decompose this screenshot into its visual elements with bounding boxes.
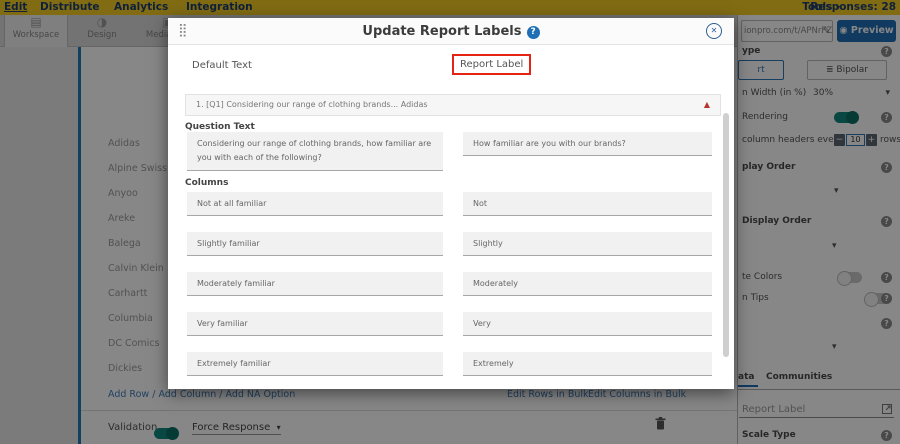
modal-title: Update Report Labels: [362, 24, 521, 39]
report-label-column-header: Report Label: [452, 54, 531, 75]
collapse-icon[interactable]: ▲: [704, 95, 710, 115]
question-accordion-title: 1. [Q1] Considering our range of clothin…: [196, 100, 428, 109]
columns-label: Columns: [185, 178, 228, 188]
column-default-text-input[interactable]: Extremely familiar: [187, 352, 443, 376]
question-default-text-input[interactable]: Considering our range of clothing brands…: [187, 132, 443, 171]
question-report-label-input[interactable]: How familiar are you with our brands?: [463, 132, 712, 156]
column-report-label-input[interactable]: Very: [463, 312, 712, 336]
question-accordion-header[interactable]: 1. [Q1] Considering our range of clothin…: [185, 94, 721, 116]
modal-header: ⣿ Update Report Labels ? ✕: [168, 18, 734, 45]
column-report-label-input[interactable]: Not: [463, 192, 712, 216]
close-button[interactable]: ✕: [706, 23, 722, 39]
question-text-label: Question Text: [185, 122, 255, 132]
column-default-text-input[interactable]: Very familiar: [187, 312, 443, 336]
default-text-column-header: Default Text: [192, 60, 252, 71]
column-default-text-input[interactable]: Moderately familiar: [187, 272, 443, 296]
update-report-labels-modal: ⣿ Update Report Labels ? ✕ Default Text …: [168, 18, 734, 389]
column-report-label-input[interactable]: Slightly: [463, 232, 712, 256]
column-default-text-input[interactable]: Not at all familiar: [187, 192, 443, 216]
column-report-label-input[interactable]: Extremely: [463, 352, 712, 376]
modal-scrollbar[interactable]: [723, 113, 729, 357]
column-default-text-input[interactable]: Slightly familiar: [187, 232, 443, 256]
help-icon[interactable]: ?: [527, 26, 540, 39]
column-report-label-input[interactable]: Moderately: [463, 272, 712, 296]
drag-handle-icon[interactable]: ⣿: [178, 23, 188, 38]
